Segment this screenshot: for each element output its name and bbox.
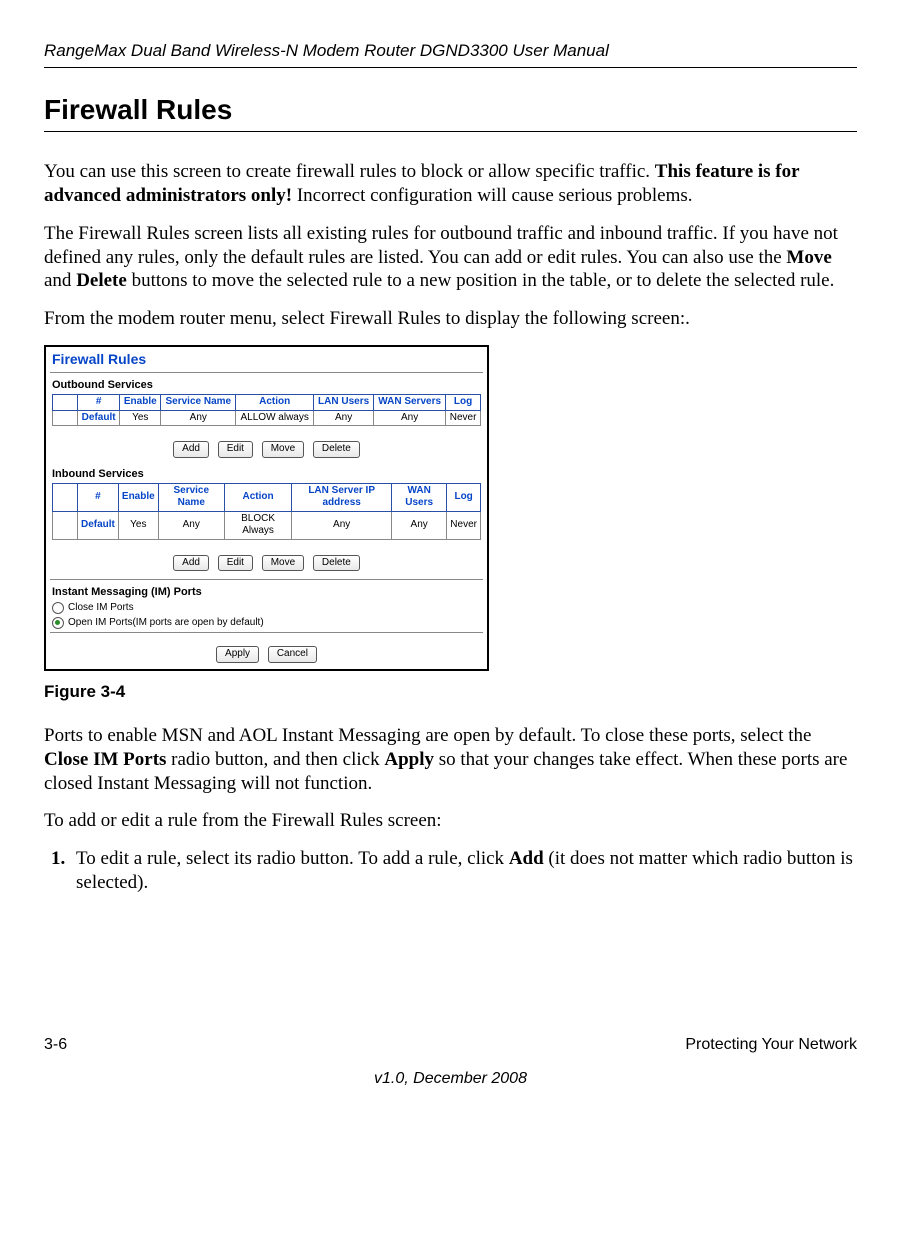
col-action: Action [224,483,291,511]
col-radio [53,483,78,511]
edit-button[interactable]: Edit [218,555,253,572]
text-bold: Delete [76,270,127,291]
cell: Any [292,511,392,539]
cell: Yes [118,511,158,539]
figure-caption: Figure 3-4 [44,681,857,702]
radio-icon [52,617,64,629]
cancel-button[interactable]: Cancel [268,646,317,663]
cell [53,511,78,539]
radio-label: Open IM Ports(IM ports are open by defau… [68,617,264,630]
cell [53,410,78,426]
text-bold: Apply [384,749,434,770]
cell: Never [447,511,481,539]
col-enable: Enable [118,483,158,511]
figure-firewall-rules: Firewall Rules Outbound Services # Enabl… [44,345,489,671]
page-number: 3-6 [44,1035,67,1055]
header-rule [44,67,857,68]
cell: Any [158,511,224,539]
paragraph-4: Ports to enable MSN and AOL Instant Mess… [44,724,857,795]
cell: BLOCK Always [224,511,291,539]
cell: Any [314,410,374,426]
outbound-heading: Outbound Services [46,375,487,394]
delete-button[interactable]: Delete [313,441,360,458]
apply-button[interactable]: Apply [216,646,259,663]
col-action: Action [236,395,314,411]
doc-version: v1.0, December 2008 [44,1069,857,1089]
table-header-row: # Enable Service Name Action LAN Users W… [53,395,481,411]
text: buttons to move the selected rule to a n… [127,270,835,291]
text: You can use this screen to create firewa… [44,161,655,182]
cell: Any [161,410,236,426]
im-buttons: Apply Cancel [46,635,487,669]
paragraph-3: From the modem router menu, select Firew… [44,307,857,331]
move-button[interactable]: Move [262,441,304,458]
col-service: Service Name [158,483,224,511]
panel-divider [50,579,483,580]
panel-divider [50,632,483,633]
cell: Any [374,410,446,426]
steps-list: To edit a rule, select its radio button.… [44,847,857,895]
im-heading: Instant Messaging (IM) Ports [46,582,487,601]
text-bold: Move [786,247,831,268]
cell: Default [78,511,119,539]
running-header: RangeMax Dual Band Wireless-N Modem Rout… [44,40,857,61]
text-bold: Add [509,848,544,869]
table-row: Default Yes Any ALLOW always Any Any Nev… [53,410,481,426]
text-bold: Close IM Ports [44,749,166,770]
panel-title: Firewall Rules [46,347,487,371]
page-footer: 3-6 Protecting Your Network v1.0, Decemb… [44,1035,857,1089]
text: To edit a rule, select its radio button.… [76,848,509,869]
col-lan: LAN Users [314,395,374,411]
cell: Never [446,410,481,426]
inbound-table: # Enable Service Name Action LAN Server … [52,483,481,540]
paragraph-1: You can use this screen to create firewa… [44,160,857,208]
chapter-title: Protecting Your Network [685,1035,857,1055]
text: Ports to enable MSN and AOL Instant Mess… [44,725,811,746]
edit-button[interactable]: Edit [218,441,253,458]
list-item: To edit a rule, select its radio button.… [70,847,857,895]
radio-label: Close IM Ports [68,602,134,615]
radio-icon [52,602,64,614]
text: and [44,270,76,291]
cell: Yes [120,410,161,426]
text: Incorrect configuration will cause serio… [292,185,692,206]
cell: Default [78,410,120,426]
inbound-buttons: Add Edit Move Delete [46,544,487,578]
section-heading-rule [44,131,857,132]
section-heading: Firewall Rules [44,92,857,127]
panel-divider [50,372,483,373]
paragraph-2: The Firewall Rules screen lists all exis… [44,222,857,293]
col-wan: WAN Servers [374,395,446,411]
outbound-buttons: Add Edit Move Delete [46,430,487,464]
cell: Any [392,511,447,539]
col-enable: Enable [120,395,161,411]
open-im-ports-option[interactable]: Open IM Ports(IM ports are open by defau… [46,616,487,631]
table-row: Default Yes Any BLOCK Always Any Any Nev… [53,511,481,539]
paragraph-5: To add or edit a rule from the Firewall … [44,809,857,833]
col-log: Log [447,483,481,511]
outbound-table: # Enable Service Name Action LAN Users W… [52,394,481,426]
delete-button[interactable]: Delete [313,555,360,572]
add-button[interactable]: Add [173,555,209,572]
col-num: # [78,395,120,411]
col-num: # [78,483,119,511]
move-button[interactable]: Move [262,555,304,572]
table-header-row: # Enable Service Name Action LAN Server … [53,483,481,511]
col-radio [53,395,78,411]
text: radio button, and then click [166,749,384,770]
text: The Firewall Rules screen lists all exis… [44,223,838,268]
col-wan: WAN Users [392,483,447,511]
add-button[interactable]: Add [173,441,209,458]
col-service: Service Name [161,395,236,411]
inbound-heading: Inbound Services [46,464,487,483]
col-lan-ip: LAN Server IP address [292,483,392,511]
col-log: Log [446,395,481,411]
cell: ALLOW always [236,410,314,426]
close-im-ports-option[interactable]: Close IM Ports [46,601,487,616]
